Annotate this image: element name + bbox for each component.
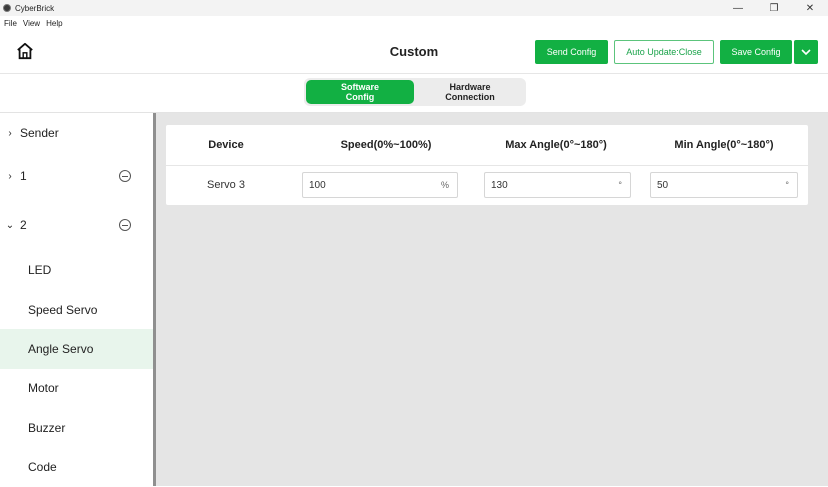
sidebar-item-speed-servo[interactable]: Speed Servo: [0, 290, 153, 330]
title-bar: CyberBrick — ❐ ✕: [0, 0, 828, 16]
remove-group-icon[interactable]: [119, 219, 131, 231]
auto-update-button[interactable]: Auto Update:Close: [614, 40, 714, 64]
config-tabs: Software Config Hardware Connection: [304, 78, 526, 106]
max-angle-input[interactable]: [485, 179, 619, 191]
tab-hardware-connection[interactable]: Hardware Connection: [416, 80, 524, 104]
app-logo-icon: [3, 4, 11, 12]
save-config-button[interactable]: Save Config: [720, 40, 792, 64]
sidebar-item-code[interactable]: Code: [0, 447, 153, 487]
device-name: Servo 3: [207, 179, 245, 191]
column-header-max-angle: Max Angle(0°~180°): [505, 139, 607, 151]
max-angle-unit: °: [618, 180, 622, 190]
sidebar-item-angle-servo[interactable]: Angle Servo: [0, 329, 153, 369]
minimize-icon[interactable]: —: [720, 0, 756, 16]
sidebar-item-led[interactable]: LED: [0, 250, 153, 290]
min-angle-input[interactable]: [651, 179, 786, 191]
chevron-down-icon: ⌄: [5, 219, 15, 231]
speed-unit: %: [440, 180, 449, 190]
sidebar-group-2[interactable]: ⌄ 2: [0, 205, 153, 245]
sidebar-group-1[interactable]: › 1: [0, 156, 153, 196]
sidebar-item-label: Sender: [20, 126, 59, 140]
window-controls: — ❐ ✕: [720, 0, 828, 16]
column-header-speed: Speed(0%~100%): [340, 139, 432, 151]
main-content: Device Speed(0%~100%) Max Angle(0°~180°)…: [156, 113, 828, 486]
menu-file[interactable]: File: [4, 19, 17, 28]
tab-software-config[interactable]: Software Config: [306, 80, 414, 104]
min-angle-input-field[interactable]: °: [650, 172, 798, 198]
chevron-right-icon: ›: [8, 170, 12, 182]
send-config-button[interactable]: Send Config: [535, 40, 608, 64]
restore-icon[interactable]: ❐: [756, 0, 792, 16]
column-header-min-angle: Min Angle(0°~180°): [674, 139, 774, 151]
menu-view[interactable]: View: [23, 19, 40, 28]
sidebar-item-sender[interactable]: › Sender: [0, 113, 153, 153]
sidebar-item-buzzer[interactable]: Buzzer: [0, 408, 153, 448]
column-header-device: Device: [208, 139, 244, 151]
menu-help[interactable]: Help: [46, 19, 62, 28]
page-header: Custom Send Config Auto Update:Close Sav…: [0, 30, 828, 74]
sidebar: › Sender › 1 ⌄ 2 LED Speed Servo Angle S…: [0, 113, 153, 486]
close-icon[interactable]: ✕: [792, 0, 828, 16]
window-title: CyberBrick: [15, 3, 55, 13]
menu-bar: File View Help: [0, 16, 63, 30]
remove-group-icon[interactable]: [119, 170, 131, 182]
speed-input[interactable]: [303, 179, 441, 191]
max-angle-input-field[interactable]: °: [484, 172, 631, 198]
sidebar-item-motor[interactable]: Motor: [0, 368, 153, 408]
chevron-down-icon: [801, 49, 811, 56]
chevron-right-icon: ›: [8, 127, 12, 139]
sidebar-item-label: 1: [20, 169, 27, 183]
sidebar-item-label: 2: [20, 218, 27, 232]
speed-input-field[interactable]: %: [302, 172, 458, 198]
min-angle-unit: °: [785, 180, 789, 190]
save-options-dropdown-button[interactable]: [794, 40, 818, 64]
